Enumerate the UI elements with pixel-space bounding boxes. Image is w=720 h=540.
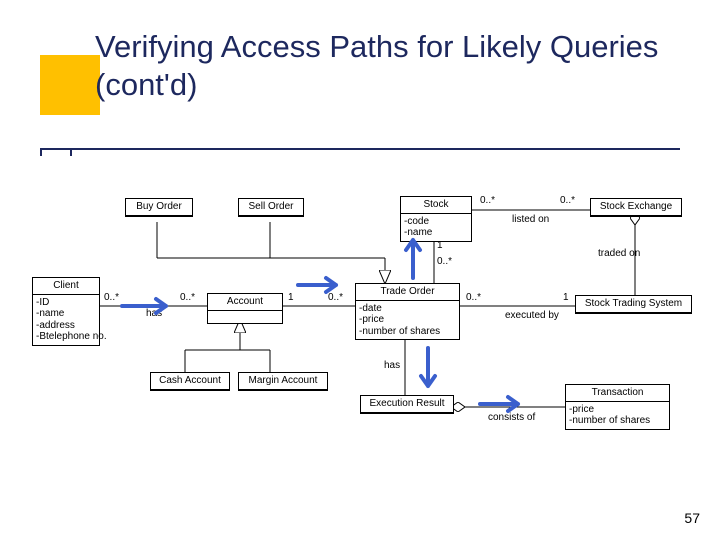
class-buy-order: Buy Order <box>125 198 193 217</box>
assoc-label: listed on <box>512 214 549 225</box>
class-attr: -price <box>359 314 456 326</box>
class-stock-trading-system: Stock Trading System <box>575 295 692 314</box>
assoc-label: has <box>384 360 400 371</box>
class-sell-order: Sell Order <box>238 198 304 217</box>
mult-label: 1 <box>288 292 294 303</box>
mult-label: 0..* <box>104 292 119 303</box>
class-margin-account: Margin Account <box>238 372 328 391</box>
class-client: Client -ID -name -address -Btelephone no… <box>32 277 100 346</box>
class-name: Client <box>33 278 99 295</box>
class-attr: -address <box>36 320 96 332</box>
mult-label: 0..* <box>180 292 195 303</box>
diagram-wires <box>0 0 720 540</box>
class-attr: -ID <box>36 297 96 309</box>
mult-label: 1 <box>563 292 569 303</box>
assoc-label: consists of <box>488 412 535 423</box>
class-name: Sell Order <box>239 199 303 216</box>
class-execution-result: Execution Result <box>360 395 454 414</box>
guide-arrow-to-transaction <box>478 394 530 414</box>
mult-label: 0..* <box>437 256 452 267</box>
class-stock: Stock -code -name <box>400 196 472 242</box>
class-attr: -number of shares <box>359 326 456 338</box>
class-attr: -name <box>404 227 468 239</box>
class-name: Margin Account <box>239 373 327 390</box>
mult-label: 0..* <box>480 195 495 206</box>
uml-diagram: Buy Order Sell Order Stock -code -name S… <box>0 0 720 540</box>
class-attr: -number of shares <box>569 415 666 427</box>
page-number: 57 <box>684 510 700 526</box>
assoc-label: traded on <box>598 248 640 259</box>
class-attr: -Btelephone no. <box>36 331 96 343</box>
mult-label: 0..* <box>560 195 575 206</box>
mult-label: 1 <box>437 240 443 251</box>
class-trade-order: Trade Order -date -price -number of shar… <box>355 283 460 340</box>
class-stock-exchange: Stock Exchange <box>590 198 682 217</box>
class-name: Transaction <box>566 385 669 402</box>
class-attr: -code <box>404 216 468 228</box>
class-account: Account <box>207 293 283 324</box>
class-name: Trade Order <box>356 284 459 301</box>
mult-label: 0..* <box>466 292 481 303</box>
class-attr: -date <box>359 303 456 315</box>
class-attr: -price <box>569 404 666 416</box>
class-name: Buy Order <box>126 199 192 216</box>
assoc-label: executed by <box>505 310 559 321</box>
assoc-label: has <box>146 308 162 319</box>
class-transaction: Transaction -price -number of shares <box>565 384 670 430</box>
class-name: Stock Trading System <box>576 296 691 313</box>
class-attr: -name <box>36 308 96 320</box>
class-cash-account: Cash Account <box>150 372 230 391</box>
class-name: Stock Exchange <box>591 199 681 216</box>
class-name: Account <box>208 294 282 311</box>
class-name: Cash Account <box>151 373 229 390</box>
class-name: Execution Result <box>361 396 453 413</box>
class-name: Stock <box>401 197 471 214</box>
mult-label: 0..* <box>328 292 343 303</box>
guide-arrow-to-execresult <box>418 344 438 392</box>
